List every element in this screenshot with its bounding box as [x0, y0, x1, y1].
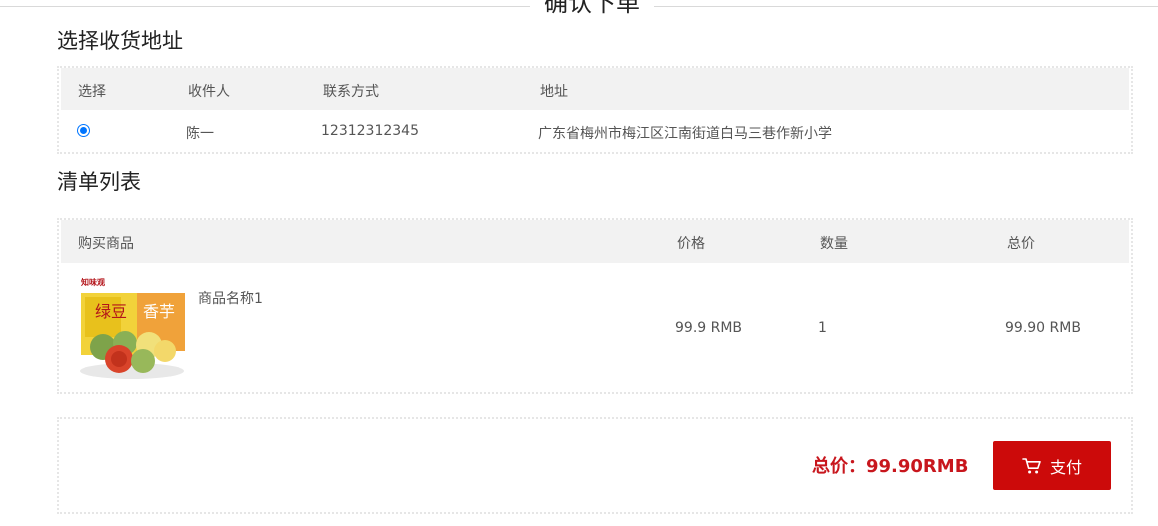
package-text-left: 绿豆 [95, 302, 127, 321]
brand-logo-text: 知味观 [81, 277, 105, 287]
recipient-name: 陈一 [186, 126, 214, 142]
mooncake-product-image[interactable]: 知味观 绿豆 香芋 [77, 273, 187, 383]
address-table-header: 选择 收件人 联系方式 地址 [61, 68, 1129, 110]
product-quantity: 1 [818, 320, 827, 336]
product-name[interactable]: 商品名称1 [198, 288, 263, 308]
header-subtotal: 总价 [1007, 236, 1035, 252]
header-address: 地址 [540, 84, 568, 100]
address-radio-selected-dot [80, 127, 87, 134]
pay-button[interactable]: 支付 [993, 441, 1111, 490]
header-recipient: 收件人 [188, 84, 230, 100]
pay-button-label: 支付 [1049, 457, 1082, 477]
address-row[interactable]: 陈一 12312312345 广东省梅州市梅江区江南街道白马三巷作新小学 [59, 110, 1131, 154]
recipient-phone: 12312312345 [321, 123, 419, 139]
address-section-title: 选择收货地址 [57, 29, 183, 53]
package-text-right: 香芋 [143, 302, 175, 321]
order-table: 购买商品 价格 数量 总价 知味观 绿豆 香芋 商品名称1 99.9 RMB 1… [57, 218, 1133, 394]
shopping-cart-icon [1022, 457, 1042, 475]
total-price: 总价：99.90RMB [812, 456, 969, 477]
order-section-title: 清单列表 [57, 170, 141, 194]
header-product: 购买商品 [78, 236, 134, 252]
header-select: 选择 [78, 84, 106, 100]
order-item-row: 知味观 绿豆 香芋 商品名称1 99.9 RMB 1 99.90 RMB [59, 263, 1131, 394]
order-summary-panel [57, 417, 1133, 514]
header-price: 价格 [677, 236, 705, 252]
product-price: 99.9 RMB [675, 320, 743, 336]
address-radio[interactable] [77, 124, 90, 137]
header-contact: 联系方式 [323, 84, 379, 100]
recipient-address: 广东省梅州市梅江区江南街道白马三巷作新小学 [538, 126, 832, 142]
address-table: 选择 收件人 联系方式 地址 陈一 12312312345 广东省梅州市梅江区江… [57, 66, 1133, 154]
product-subtotal: 99.90 RMB [1005, 320, 1081, 336]
header-quantity: 数量 [820, 236, 848, 252]
page-title: 确认下单 [530, 0, 654, 18]
order-table-header: 购买商品 价格 数量 总价 [61, 220, 1129, 263]
